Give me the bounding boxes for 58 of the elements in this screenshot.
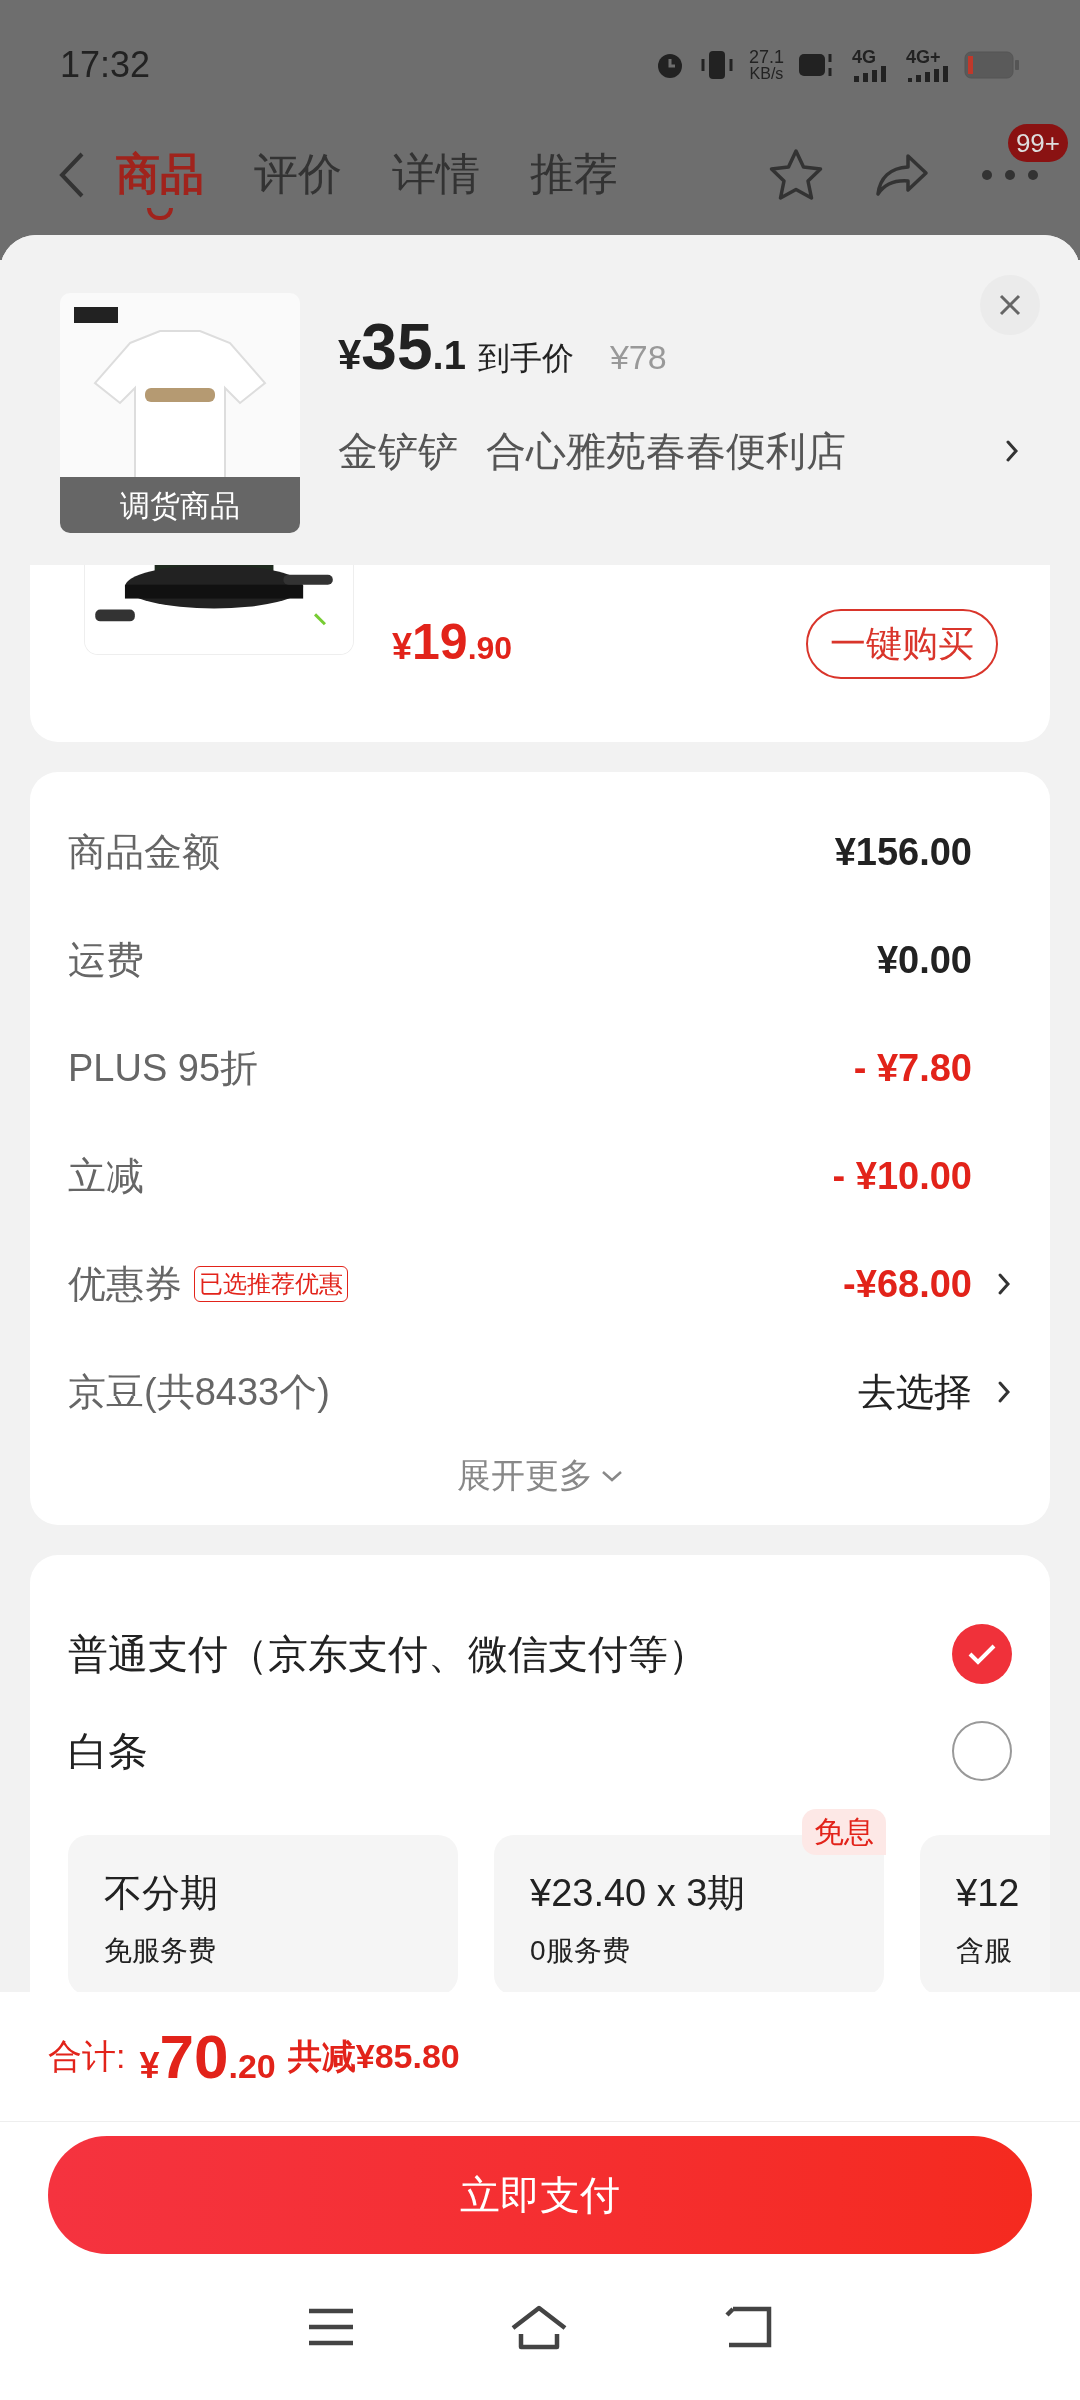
notification-badge: 99+ [1007,124,1068,162]
chevron-down-icon [601,1468,623,1483]
plan-title: ¥12 [956,1871,1021,1916]
row-value: ¥0.00 [876,937,972,983]
interest-free-badge: 免息 [802,1809,886,1855]
original-price: ¥78 [609,337,667,378]
price-label: 到手价 [477,339,574,378]
plan-title: ¥23.40 x 3期 [530,1871,747,1916]
coupon-tag: 已选推荐优惠 [194,1266,348,1302]
row-label: 运费 [68,937,144,983]
plan-subtitle: 0服务费 [530,1934,631,1968]
clock: 17:32 [60,43,151,87]
nav-tab[interactable]: 评价 [254,128,342,222]
row-label: 京豆(共8433个) [68,1369,330,1415]
pay-button[interactable]: 立即支付 [48,2136,1032,2254]
star-icon[interactable] [768,148,824,202]
addon-price: ¥19.90 [392,613,513,672]
total-label: 合计: [48,2036,126,2077]
installment-option[interactable]: 不分期 免服务费 [68,1835,458,1995]
check-icon [967,1642,997,1665]
nav-tab[interactable]: 推荐 [530,128,618,222]
speed-value: 27.1 [748,48,784,66]
network-label: 4G+ [906,48,942,66]
store-name[interactable]: 合心雅苑春春便利店 [486,421,846,481]
installment-option[interactable]: ¥12 含服 [920,1835,1050,1995]
total-savings: 共减¥85.80 [287,2036,460,2077]
buy-button[interactable]: 一键购买 [806,609,998,679]
sku-name: 金铲铲 [338,428,458,475]
row-value[interactable]: 去选择 [858,1363,972,1421]
plan-title: 不分期 [104,1871,219,1916]
home-icon[interactable] [509,2304,569,2350]
row-label: 商品金额 [68,829,220,875]
image-caption: 调货商品 [60,477,300,533]
row-value: ¥156.00 [834,829,972,875]
menu-icon[interactable] [307,2307,355,2347]
more-icon[interactable] [980,168,1040,182]
row-value: - ¥7.80 [853,1045,972,1091]
plan-subtitle: 含服 [956,1934,1013,1968]
plan-subtitle: 免服务费 [104,1934,217,1968]
current-price: ¥35.1 [338,310,466,385]
row-value: - ¥10.00 [832,1153,972,1199]
nav-tab[interactable]: 详情 [392,128,480,222]
radio-button[interactable] [952,1720,1012,1781]
signal-icon [906,66,950,82]
back-icon[interactable] [723,2305,773,2349]
row-label: 优惠券 [68,1261,182,1307]
row-label: 立减 [68,1153,144,1199]
share-icon[interactable] [874,152,930,198]
expand-more-button[interactable]: 展开更多 [457,1450,623,1501]
speed-unit: KB/s [749,66,784,82]
payment-method[interactable]: 白条 [68,1720,148,1781]
close-icon [998,293,1022,317]
payment-method[interactable]: 普通支付（京东支付、微信支付等） [68,1623,708,1684]
row-value[interactable]: -¥68.00 [843,1255,972,1313]
network-label: 4G [852,48,877,66]
total-amount: ¥70.20 [139,2021,276,2093]
battery-icon [964,51,1020,79]
row-label: PLUS 95折 [68,1045,259,1091]
